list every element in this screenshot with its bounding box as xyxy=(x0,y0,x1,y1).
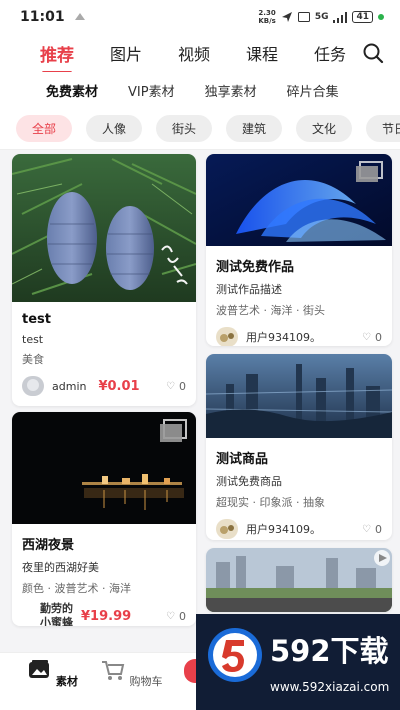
chip-street[interactable]: 街头 xyxy=(156,115,212,142)
card-author: 用户934109。 xyxy=(246,331,321,344)
cart-icon xyxy=(102,661,125,680)
card-price: ¥19.99 xyxy=(81,608,132,624)
card-thumbnail xyxy=(206,154,392,246)
status-bar: 11:01 2.30 KB/s 5G 41 xyxy=(0,0,400,34)
chip-culture[interactable]: 文化 xyxy=(296,115,352,142)
notification-icon xyxy=(74,13,85,20)
heart-icon: ♡ xyxy=(166,610,175,622)
card-thumbnail xyxy=(12,412,196,524)
tab-material[interactable]: 素材 xyxy=(26,659,78,689)
like-button[interactable]: ♡ 0 xyxy=(362,523,382,536)
status-dot xyxy=(378,14,384,20)
category-chips: 全部 人像 街头 建筑 文化 节日 xyxy=(0,108,400,150)
product-card[interactable]: 西湖夜景 夜里的西湖好美 颜色 · 波普艺术 · 海洋 勤劳的 小蜜蜂 ¥19.9… xyxy=(12,412,196,626)
card-thumbnail xyxy=(206,548,392,612)
subtab-free[interactable]: 免费素材 xyxy=(46,81,98,100)
chip-all[interactable]: 全部 xyxy=(16,115,72,142)
card-tags: 颜色 · 波普艺术 · 海洋 xyxy=(22,582,131,595)
tab-cart[interactable]: 购物车 xyxy=(100,659,163,689)
watermark-name: 592下载 xyxy=(270,634,389,668)
product-card[interactable]: 测试免费作品 测试作品描述 波普艺术 · 海洋 · 街头 用户934109。 ♡… xyxy=(206,154,392,346)
card-description: 测试作品描述 xyxy=(216,283,282,296)
card-thumbnail xyxy=(12,154,196,302)
card-title: 测试免费作品 xyxy=(216,260,295,275)
card-price: ¥0.01 xyxy=(98,378,140,394)
chip-portrait[interactable]: 人像 xyxy=(86,115,142,142)
card-author: admin xyxy=(52,379,87,393)
status-time: 11:01 xyxy=(20,9,65,25)
heart-icon: ♡ xyxy=(362,331,371,343)
product-card[interactable]: test test 美食 admin ¥0.01 ♡ 0 xyxy=(12,154,196,406)
tab-images[interactable]: 图片 xyxy=(110,35,142,71)
card-title: 测试商品 xyxy=(216,452,269,467)
product-card[interactable]: 测试商品 测试免费商品 超现实 · 印象派 · 抽象 用户934109。 ♡ 0 xyxy=(206,354,392,540)
avatar xyxy=(216,327,238,346)
card-author: 勤劳的 小蜜蜂 xyxy=(40,602,73,626)
like-button[interactable]: ♡ 0 xyxy=(166,380,186,393)
tab-videos[interactable]: 视频 xyxy=(178,35,210,71)
subtab-collections[interactable]: 碎片合集 xyxy=(287,81,339,100)
card-title: test xyxy=(22,312,51,327)
heart-icon: ♡ xyxy=(166,380,175,392)
card-description: 测试免费商品 xyxy=(216,475,282,488)
tab-tasks[interactable]: 任务 xyxy=(314,35,346,71)
tab-courses[interactable]: 课程 xyxy=(246,35,278,71)
avatar xyxy=(216,519,238,539)
site-logo-icon xyxy=(208,628,262,682)
battery-indicator: 41 xyxy=(352,11,373,23)
main-tabs: 推荐 图片 视频 课程 任务 xyxy=(0,34,400,74)
watermark: 592下载 www.592xiazai.com xyxy=(196,614,400,710)
signal-icon xyxy=(333,11,348,23)
chip-festival[interactable]: 节日 xyxy=(366,115,400,142)
hd-icon xyxy=(297,12,310,22)
search-icon[interactable] xyxy=(362,42,384,64)
network-speed: 2.30 KB/s xyxy=(258,9,276,25)
watermark-url: www.592xiazai.com xyxy=(270,680,390,694)
signal-label: 5G xyxy=(314,12,329,22)
subtab-exclusive[interactable]: 独享素材 xyxy=(205,81,257,100)
chip-architecture[interactable]: 建筑 xyxy=(226,115,282,142)
like-button[interactable]: ♡ 0 xyxy=(166,610,186,623)
card-tags: 波普艺术 · 海洋 · 街头 xyxy=(216,304,325,317)
subtab-vip[interactable]: VIP素材 xyxy=(128,81,175,100)
gallery-icon xyxy=(29,660,49,678)
card-thumbnail xyxy=(206,354,392,438)
card-description: test xyxy=(22,333,44,346)
location-icon xyxy=(281,12,292,22)
product-card[interactable] xyxy=(206,548,392,612)
heart-icon: ♡ xyxy=(362,523,371,535)
sub-tabs: 免费素材 VIP素材 独享素材 碎片合集 xyxy=(0,72,400,108)
card-tags: 美食 xyxy=(22,353,44,366)
card-author: 用户934109。 xyxy=(246,523,321,536)
avatar xyxy=(22,376,44,396)
tab-recommend[interactable]: 推荐 xyxy=(40,35,74,74)
card-tags: 超现实 · 印象派 · 抽象 xyxy=(216,496,325,509)
card-title: 西湖夜景 xyxy=(22,538,75,553)
like-button[interactable]: ♡ 0 xyxy=(362,331,382,344)
card-description: 夜里的西湖好美 xyxy=(22,561,99,574)
